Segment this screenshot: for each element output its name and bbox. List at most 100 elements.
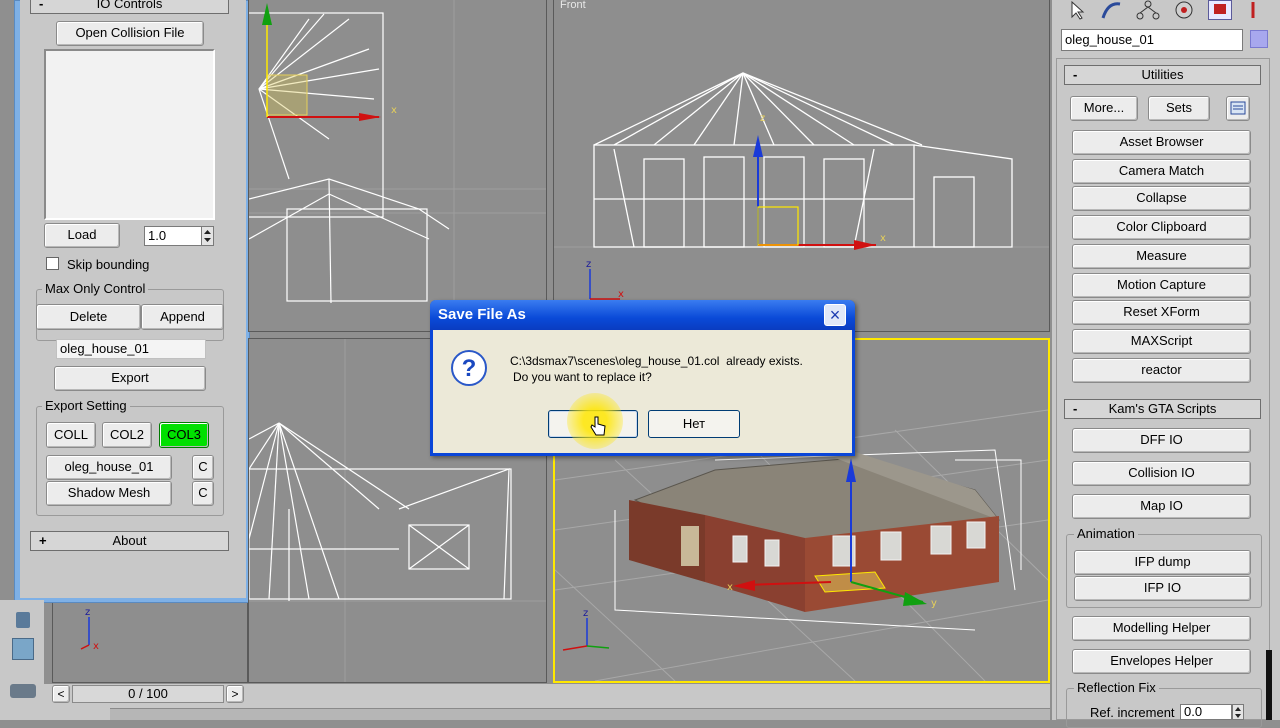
animation-group-title: Animation xyxy=(1074,526,1138,541)
coll-format-button[interactable]: COLL xyxy=(46,422,96,448)
utilities-rollout-header[interactable]: - Utilities xyxy=(1064,65,1261,85)
gta-scripts-title: Kam's GTA Scripts xyxy=(1108,401,1217,416)
shadow-c-button[interactable]: C xyxy=(192,481,214,506)
object-color-swatch[interactable] xyxy=(1250,30,1268,48)
more-button[interactable]: More... xyxy=(1070,96,1138,121)
max-only-control-title: Max Only Control xyxy=(42,281,149,296)
select-cursor-icon[interactable] xyxy=(1066,0,1088,20)
viewport-icon[interactable] xyxy=(12,638,34,660)
dialog-message-line1: C:\3dsmax7\scenes\oleg_house_01.col alre… xyxy=(510,354,803,368)
export-button[interactable]: Export xyxy=(54,366,206,391)
version-spinner-input[interactable]: 1.0 xyxy=(144,226,202,246)
collision-file-listbox[interactable] xyxy=(44,49,215,220)
svg-text:?: ? xyxy=(462,355,477,382)
envelopes-helper-button[interactable]: Envelopes Helper xyxy=(1072,649,1251,674)
collapse-button[interactable]: Collapse xyxy=(1072,186,1251,211)
camera-match-button[interactable]: Camera Match xyxy=(1072,159,1251,184)
svg-text:x: x xyxy=(391,105,397,116)
gta-scripts-rollout-header[interactable]: - Kam's GTA Scripts xyxy=(1064,399,1261,419)
export-setting-title: Export Setting xyxy=(42,398,130,413)
shadow-mesh-button[interactable]: Shadow Mesh xyxy=(46,481,172,506)
append-button[interactable]: Append xyxy=(141,304,224,330)
modify-tab-icon[interactable] xyxy=(1100,0,1122,20)
lock-icon[interactable] xyxy=(16,612,30,628)
open-collision-file-button[interactable]: Open Collision File xyxy=(56,21,204,46)
about-title: About xyxy=(112,533,147,548)
ifp-io-button[interactable]: IFP IO xyxy=(1074,576,1251,601)
front-view-wireframe: x z z x xyxy=(554,72,1049,300)
sets-button[interactable]: Sets xyxy=(1148,96,1210,121)
tool-icon[interactable] xyxy=(10,684,36,698)
mesh-name-button[interactable]: oleg_house_01 xyxy=(46,455,172,480)
viewport-left-bottom-strip[interactable]: z x xyxy=(52,603,248,683)
dialog-title-bar[interactable]: Save File As × xyxy=(430,300,855,330)
asset-browser-button[interactable]: Asset Browser xyxy=(1072,130,1251,155)
left-io-panel: - IO Controls Open Collision File Load 1… xyxy=(20,0,246,598)
svg-text:z: z xyxy=(583,608,588,619)
mesh-c-button[interactable]: C xyxy=(192,455,214,480)
col3-format-button[interactable]: COL3 xyxy=(159,422,209,448)
viewport-front[interactable]: Front x z z x xyxy=(553,0,1050,332)
reflection-fix-title: Reflection Fix xyxy=(1074,680,1159,695)
ref-increment-label: Ref. increment xyxy=(1090,705,1175,720)
dialog-close-button[interactable]: × xyxy=(824,304,846,326)
timeline-next-button[interactable]: > xyxy=(226,685,244,703)
col2-format-button[interactable]: COL2 xyxy=(102,422,152,448)
hierarchy-tab-icon[interactable] xyxy=(1136,0,1160,20)
reactor-button[interactable]: reactor xyxy=(1072,358,1251,383)
spinner-arrows-icon[interactable] xyxy=(201,226,214,246)
reset-xform-button[interactable]: Reset XForm xyxy=(1072,300,1251,325)
svg-text:x: x xyxy=(93,641,99,652)
collision-io-button[interactable]: Collision IO xyxy=(1072,461,1251,486)
dialog-title: Save File As xyxy=(438,306,526,323)
timeline-prev-button[interactable]: < xyxy=(52,685,70,703)
command-panel: oleg_house_01 - Utilities More... Sets A… xyxy=(1052,0,1280,728)
io-controls-title: IO Controls xyxy=(96,0,163,11)
load-button[interactable]: Load xyxy=(44,223,120,248)
dff-io-button[interactable]: DFF IO xyxy=(1072,428,1251,453)
color-clipboard-button[interactable]: Color Clipboard xyxy=(1072,215,1251,240)
svg-text:z: z xyxy=(85,607,90,618)
measure-button[interactable]: Measure xyxy=(1072,244,1251,269)
motion-capture-button[interactable]: Motion Capture xyxy=(1072,273,1251,298)
modelling-helper-button[interactable]: Modelling Helper xyxy=(1072,616,1251,641)
svg-text:x: x xyxy=(880,233,886,244)
command-tabs xyxy=(1058,0,1268,22)
ifp-dump-button[interactable]: IFP dump xyxy=(1074,550,1251,575)
motion-tab-icon[interactable] xyxy=(1172,0,1196,20)
skip-bounding-checkbox[interactable] xyxy=(46,257,59,270)
collapse-sign: - xyxy=(39,0,44,11)
left-strip-axis: z x xyxy=(80,607,99,652)
command-panel-scrollbar[interactable] xyxy=(1266,650,1272,720)
svg-text:y: y xyxy=(931,598,937,609)
utilities-title: Utilities xyxy=(1141,67,1184,82)
frame-counter[interactable]: 0 / 100 xyxy=(72,685,224,703)
object-name-field[interactable]: oleg_house_01 xyxy=(56,339,206,359)
viewport-top[interactable]: x xyxy=(248,0,547,332)
front-view-label: Front xyxy=(560,0,586,11)
save-file-dialog: Save File As × ? C:\3dsmax7\scenes\oleg_… xyxy=(430,300,855,456)
object-name-input[interactable]: oleg_house_01 xyxy=(1061,29,1243,51)
maxscript-button[interactable]: MAXScript xyxy=(1072,329,1251,354)
collapse-sign: - xyxy=(1073,401,1078,416)
ref-increment-spinner-icon[interactable] xyxy=(1232,704,1244,720)
utilities-tab-icon[interactable] xyxy=(1244,0,1262,20)
track-bar[interactable] xyxy=(110,708,1050,720)
map-io-button[interactable]: Map IO xyxy=(1072,494,1251,519)
yes-button[interactable] xyxy=(548,393,638,449)
svg-text:z: z xyxy=(586,259,591,270)
svg-text:z: z xyxy=(760,113,765,124)
delete-button[interactable]: Delete xyxy=(36,304,141,330)
svg-text:x: x xyxy=(618,289,624,300)
hand-cursor-icon xyxy=(590,416,606,436)
question-icon: ? xyxy=(449,348,489,388)
collapse-sign: - xyxy=(1073,67,1078,82)
io-controls-rollout-header[interactable]: - IO Controls xyxy=(30,0,229,14)
display-tab-icon[interactable] xyxy=(1208,0,1232,20)
ref-increment-input[interactable]: 0.0 xyxy=(1180,704,1232,720)
no-button[interactable]: Нет xyxy=(648,410,740,438)
svg-text:x: x xyxy=(727,582,733,593)
expand-sign: + xyxy=(39,533,47,548)
configure-sets-button[interactable] xyxy=(1226,96,1250,121)
about-rollout-header[interactable]: + About xyxy=(30,531,229,551)
